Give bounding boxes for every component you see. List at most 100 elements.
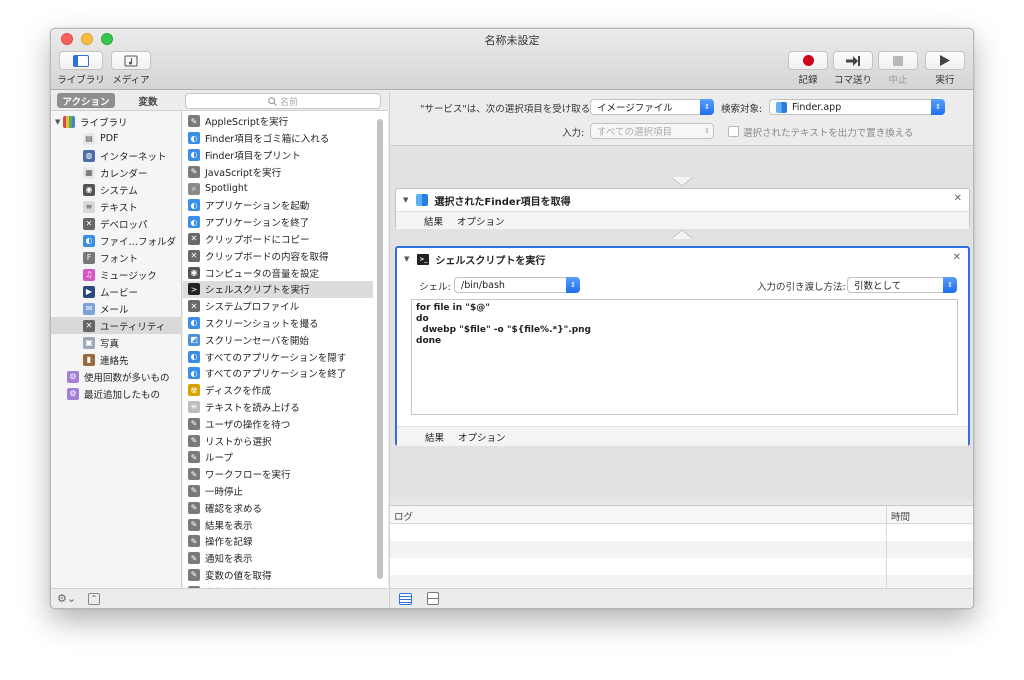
action-list-item[interactable]: ✎ リストから選択	[183, 432, 373, 449]
action-list-item[interactable]: ◐ アプリケーションを起動	[183, 197, 373, 214]
tab-actions[interactable]: アクション	[57, 93, 115, 108]
library-item[interactable]: ◉ システム	[51, 181, 182, 198]
action-list-item[interactable]: > シェルスクリプトを実行	[183, 280, 373, 298]
action-list-item[interactable]: ✎ JavaScriptを実行	[183, 163, 373, 180]
action-list-item-label: ディスクを作成	[205, 386, 271, 398]
script-editor[interactable]: for file in "$@" do dwebp "$file" -o "${…	[411, 299, 958, 415]
action-list-item[interactable]: ✎ ループ	[183, 449, 373, 466]
library-item[interactable]: ♫ ミュージック	[51, 266, 182, 283]
step-icon	[846, 55, 860, 66]
action-list-item-label: 結果を表示	[205, 520, 253, 532]
stop-button[interactable]	[878, 51, 918, 70]
action-list-item-label: テキストを読み上げる	[205, 402, 300, 414]
disclosure-triangle-icon[interactable]: ▼	[404, 255, 409, 263]
library-toggle-button[interactable]	[59, 51, 103, 70]
chevron-up-down-icon: ⇕	[931, 99, 945, 115]
library-item[interactable]: ✉ メール	[51, 300, 182, 317]
replace-text-checkbox[interactable]	[728, 126, 739, 137]
tab-results[interactable]: 結果	[424, 214, 443, 228]
action-list-item[interactable]: ✎ ワークフローを実行	[183, 466, 373, 483]
log-column-header[interactable]: ログ	[394, 509, 413, 523]
disclosure-triangle-icon[interactable]: ▼	[55, 118, 63, 126]
action-list-item[interactable]: ✎ 一時停止	[183, 483, 373, 500]
library-item[interactable]: ✕ デベロッパ	[51, 215, 182, 232]
description-toggle-icon[interactable]: ⌃	[88, 593, 100, 605]
smart-folder-item[interactable]: ⚙ 最近追加したもの	[51, 385, 182, 402]
library-item[interactable]: ▤ PDF	[51, 130, 182, 147]
library-item[interactable]: ▶ ムービー	[51, 283, 182, 300]
action-list-item[interactable]: ◉ コンピュータの音量を設定	[183, 264, 373, 281]
action-list-item[interactable]: ⌕ Spotlight	[183, 180, 373, 197]
record-button[interactable]	[788, 51, 828, 70]
library-pane: アクション 変数 ▼ ライブラリ ▤ PDF ◍ インターネット ▦ カレンダー ◉ システム…	[51, 91, 182, 588]
action-list-item[interactable]: ◐ Finder項目をプリント	[183, 147, 373, 164]
action-list-item[interactable]: ✎ 確認を求める	[183, 499, 373, 516]
music-icon: ♫	[83, 268, 95, 281]
pass-input-popup[interactable]: 引数として ⇕	[847, 277, 957, 293]
input-value: すべての選択項目	[597, 127, 672, 138]
chevron-up-down-icon: ⇕	[700, 99, 714, 115]
action-run-shell-script[interactable]: ▼ >_ シェルスクリプトを実行 ✕ シェル: /bin/bash ⇕ 入力の引…	[395, 246, 970, 446]
action-list-item[interactable]: ◐ アプリケーションを終了	[183, 214, 373, 231]
action-list-item[interactable]: ✎ ユーザの操作を待つ	[183, 415, 373, 432]
action-list-item[interactable]: ◐ すべてのアプリケーションを隠す	[183, 348, 373, 365]
library-root[interactable]: ▼ ライブラリ	[51, 113, 182, 130]
run-button[interactable]	[925, 51, 965, 70]
receives-popup[interactable]: イメージファイル ⇕	[590, 99, 714, 115]
library-label: ライブラリ	[57, 75, 105, 86]
action-list-item[interactable]: ✎ AppleScriptを実行	[183, 113, 373, 130]
scroll-thumb[interactable]	[377, 119, 383, 579]
action-list-item[interactable]: ✎ 結果を表示	[183, 516, 373, 533]
tab-results[interactable]: 結果	[425, 430, 444, 444]
action-list-item[interactable]: ≡ テキストを読み上げる	[183, 399, 373, 416]
library-item[interactable]: ◐ ファイ…フォルダ	[51, 232, 182, 249]
step-button[interactable]	[833, 51, 873, 70]
tab-variables[interactable]: 変数	[123, 93, 173, 108]
library-item[interactable]: ▦ カレンダー	[51, 164, 182, 181]
action-list-scrollbar[interactable]	[375, 113, 385, 588]
tab-options[interactable]: オプション	[458, 430, 506, 444]
action-list-item[interactable]: ◐ スクリーンショットを撮る	[183, 315, 373, 332]
split-view-icon[interactable]	[427, 592, 439, 605]
action-get-finder-items[interactable]: ▼ 選択されたFinder項目を取得 ✕ 結果 オプション	[395, 188, 970, 229]
action-list-item[interactable]: ✎ 通知を表示	[183, 550, 373, 567]
library-item[interactable]: ◍ インターネット	[51, 147, 182, 164]
library-item[interactable]: F フォント	[51, 249, 182, 266]
calendar-icon: ▦	[83, 166, 95, 179]
action-list-item[interactable]: ◐ すべてのアプリケーションを終了	[183, 365, 373, 382]
pass-input-value: 引数として	[854, 281, 902, 292]
time-column-header[interactable]: 時間	[891, 509, 910, 523]
script-icon: ✎	[188, 568, 200, 581]
library-item[interactable]: ▮ 連絡先	[51, 351, 182, 368]
action-list-item[interactable]: ✎ 操作を記録	[183, 533, 373, 550]
mail-icon: ✉	[83, 302, 95, 315]
close-icon[interactable]: ✕	[954, 193, 962, 204]
terminal-icon: >_	[417, 253, 430, 265]
library-item[interactable]: ▣ 写真	[51, 334, 182, 351]
font-icon: F	[83, 251, 95, 264]
action-list-item[interactable]: ☢ ディスクを作成	[183, 382, 373, 399]
library-item[interactable]: ✕ ユーティリティ	[51, 317, 182, 334]
search-input[interactable]: 名前	[185, 93, 381, 109]
action-list-item[interactable]: ✎ 変数の値を取得	[183, 567, 373, 584]
smart-folder-item[interactable]: ⚙ 使用回数が多いもの	[51, 368, 182, 385]
action-list-item[interactable]: ✕ クリップボードにコピー	[183, 231, 373, 248]
utility-icon: ✕	[188, 249, 200, 262]
action-list-item[interactable]: ◐ Finder項目をゴミ箱に入れる	[183, 130, 373, 147]
target-popup[interactable]: Finder.app ⇕	[769, 99, 945, 115]
connector-icon	[671, 229, 693, 239]
gear-menu-icon[interactable]: ⚙︎⌄	[57, 592, 76, 605]
action-list-item[interactable]: ✕ クリップボードの内容を取得	[183, 247, 373, 264]
action-list-item-label: シェルスクリプトを実行	[205, 285, 310, 297]
list-view-icon[interactable]	[399, 593, 412, 605]
tab-options[interactable]: オプション	[457, 214, 505, 228]
utility-icon: ✕	[188, 300, 200, 313]
shell-popup[interactable]: /bin/bash ⇕	[454, 277, 580, 293]
library-item[interactable]: ≡ テキスト	[51, 198, 182, 215]
close-icon[interactable]: ✕	[953, 252, 961, 263]
action-list-item[interactable]: ◩ スクリーンセーバを開始	[183, 331, 373, 348]
input-popup[interactable]: すべての選択項目 ⇕	[590, 123, 714, 139]
action-list-item[interactable]: ✕ システムプロファイル	[183, 298, 373, 315]
disclosure-triangle-icon[interactable]: ▼	[403, 196, 408, 204]
media-button[interactable]	[111, 51, 151, 70]
